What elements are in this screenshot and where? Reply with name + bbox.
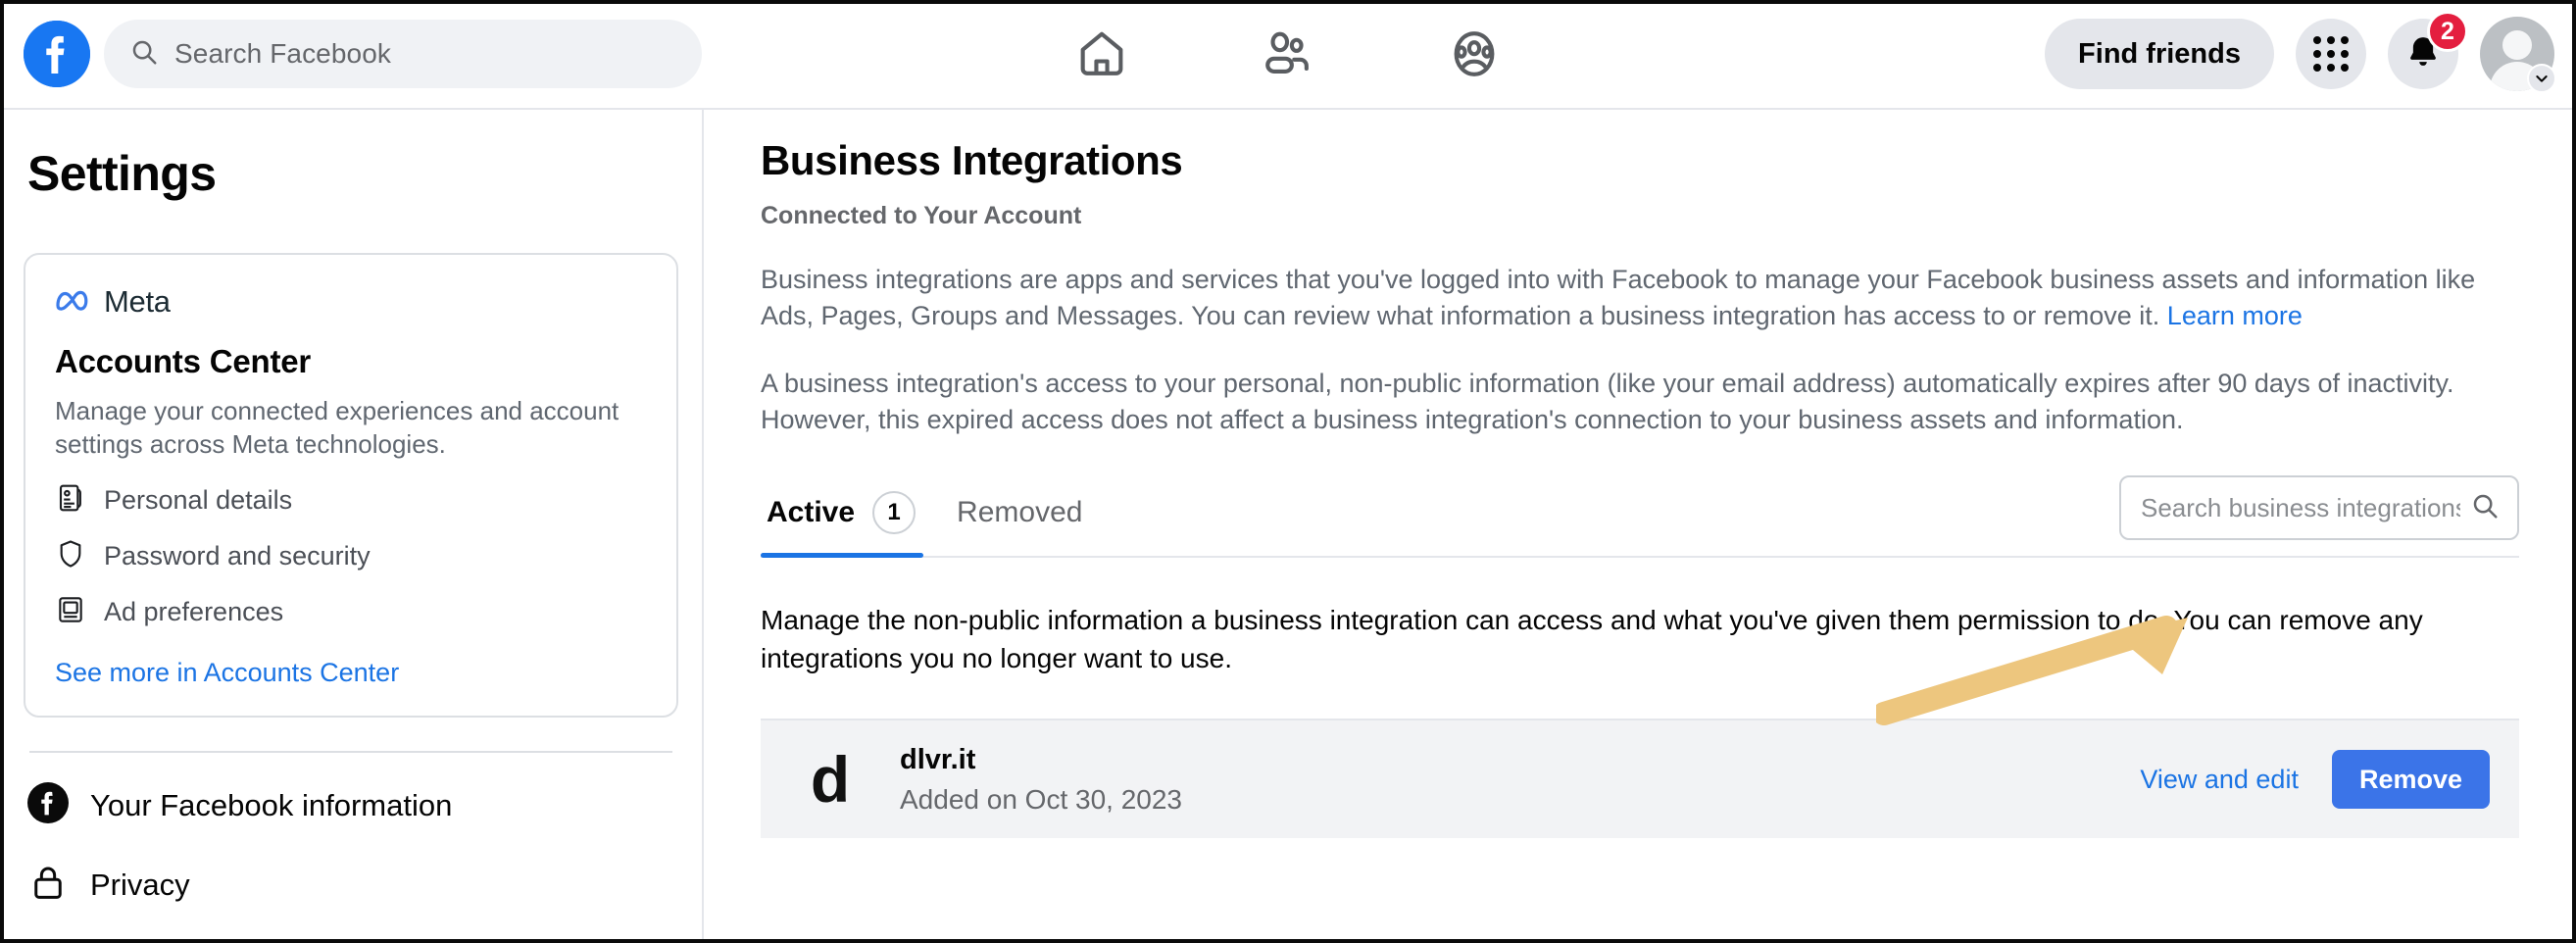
sidebar-item-personal-details[interactable]: Personal details — [55, 482, 647, 519]
frame-border-bottom — [0, 939, 2576, 943]
business-integrations-search-input[interactable]: Search business integrations — [2119, 475, 2519, 540]
search-placeholder: Search Facebook — [174, 38, 391, 69]
sidebar-item-label: Ad preferences — [104, 597, 284, 626]
frame-border-top — [0, 0, 2576, 4]
tabs-row: Active 1 Removed Search business integra… — [761, 475, 2519, 558]
home-icon[interactable] — [1071, 24, 1132, 84]
meta-wordmark: Meta — [104, 284, 171, 319]
integration-row: d dlvr.it Added on Oct 30, 2023 View and… — [761, 719, 2519, 838]
page-title: Settings — [27, 146, 217, 201]
remove-button[interactable]: Remove — [2331, 750, 2490, 809]
integration-info: dlvr.it Added on Oct 30, 2023 — [900, 744, 1182, 816]
sidebar-item-label: Password and security — [104, 541, 371, 571]
sidebar-link-label: Privacy — [90, 867, 190, 902]
tab-active[interactable]: Active 1 — [761, 481, 951, 558]
sidebar-item-privacy[interactable]: Privacy — [27, 862, 678, 908]
accounts-center-heading: Accounts Center — [55, 343, 312, 379]
sidebar-item-label: Personal details — [104, 485, 293, 515]
intro-paragraph-1: Business integrations are apps and servi… — [761, 262, 2519, 334]
tab-active-count: 1 — [872, 491, 916, 534]
see-more-accounts-center-link[interactable]: See more in Accounts Center — [55, 658, 647, 688]
accounts-center-card: Meta Accounts Center Manage your connect… — [24, 253, 678, 718]
business-search-placeholder: Search business integrations — [2141, 492, 2460, 522]
accounts-center-description: Manage your connected experiences and ac… — [55, 396, 619, 459]
tab-removed[interactable]: Removed — [951, 486, 1117, 551]
grid-menu-icon[interactable] — [2296, 19, 2366, 89]
sidebar-item-password-and-security[interactable]: Password and security — [55, 538, 647, 574]
learn-more-link[interactable]: Learn more — [2167, 301, 2303, 330]
account-menu-button[interactable] — [2480, 17, 2556, 93]
top-navigation-bar: Search Facebook Find friends 2 — [0, 0, 2576, 110]
integration-added-date: Added on Oct 30, 2023 — [900, 783, 1182, 815]
tab-active-label: Active — [767, 496, 856, 528]
facebook-settings-screen: Search Facebook Find friends 2 Settings … — [0, 0, 2576, 943]
frame-border-right — [2572, 0, 2576, 943]
accounts-center-items: Personal details Password and security A… — [55, 482, 647, 630]
main-content: Business Integrations Connected to Your … — [704, 110, 2576, 943]
integration-actions: View and edit Remove — [2140, 750, 2490, 809]
primary-nav-icons — [1071, 24, 1505, 84]
notification-badge: 2 — [2427, 11, 2468, 52]
chevron-down-icon — [2527, 64, 2556, 93]
sidebar-item-your-facebook-information[interactable]: Your Facebook information — [27, 782, 678, 828]
view-and-edit-link[interactable]: View and edit — [2140, 765, 2299, 795]
section-title: Business Integrations — [761, 137, 1183, 183]
meta-infinity-icon — [55, 287, 94, 318]
grid-menu-dots — [2313, 36, 2349, 72]
manage-paragraph: Manage the non-public information a busi… — [761, 605, 2423, 673]
header-right-group: Find friends 2 — [2045, 11, 2576, 93]
sidebar-item-ad-preferences[interactable]: Ad preferences — [55, 594, 647, 630]
tab-list: Active 1 Removed — [761, 481, 1117, 558]
settings-sidebar: Settings Meta Accounts Center Manage you… — [0, 110, 704, 943]
shield-icon — [55, 538, 86, 574]
ad-display-icon — [55, 594, 86, 630]
friends-icon[interactable] — [1258, 24, 1318, 84]
business-integrations-panel: Business Integrations Connected to Your … — [761, 137, 2519, 677]
intro-paragraph-2: A business integration's access to your … — [761, 369, 2454, 434]
find-friends-button[interactable]: Find friends — [2045, 19, 2274, 89]
notifications-button[interactable]: 2 — [2388, 11, 2468, 89]
lock-icon — [27, 862, 69, 908]
sidebar-links: Your Facebook information Privacy — [24, 782, 678, 908]
integration-logo: d — [810, 743, 851, 816]
integration-name: dlvr.it — [900, 743, 976, 775]
page-body: Settings Meta Accounts Center Manage you… — [0, 110, 2576, 943]
search-icon — [2470, 491, 2500, 525]
facebook-logo-icon[interactable] — [24, 21, 90, 87]
frame-border-left — [0, 0, 4, 943]
search-input[interactable]: Search Facebook — [104, 20, 702, 88]
groups-icon[interactable] — [1444, 24, 1505, 84]
tab-removed-label: Removed — [957, 496, 1083, 528]
section-subtitle: Connected to Your Account — [761, 202, 1082, 229]
sidebar-divider — [29, 751, 672, 753]
id-card-icon — [55, 482, 86, 519]
header-left-group: Search Facebook — [0, 20, 702, 88]
facebook-circle-icon — [27, 782, 69, 828]
search-icon — [129, 37, 159, 72]
meta-brand: Meta — [55, 284, 647, 320]
sidebar-link-label: Your Facebook information — [90, 787, 453, 822]
